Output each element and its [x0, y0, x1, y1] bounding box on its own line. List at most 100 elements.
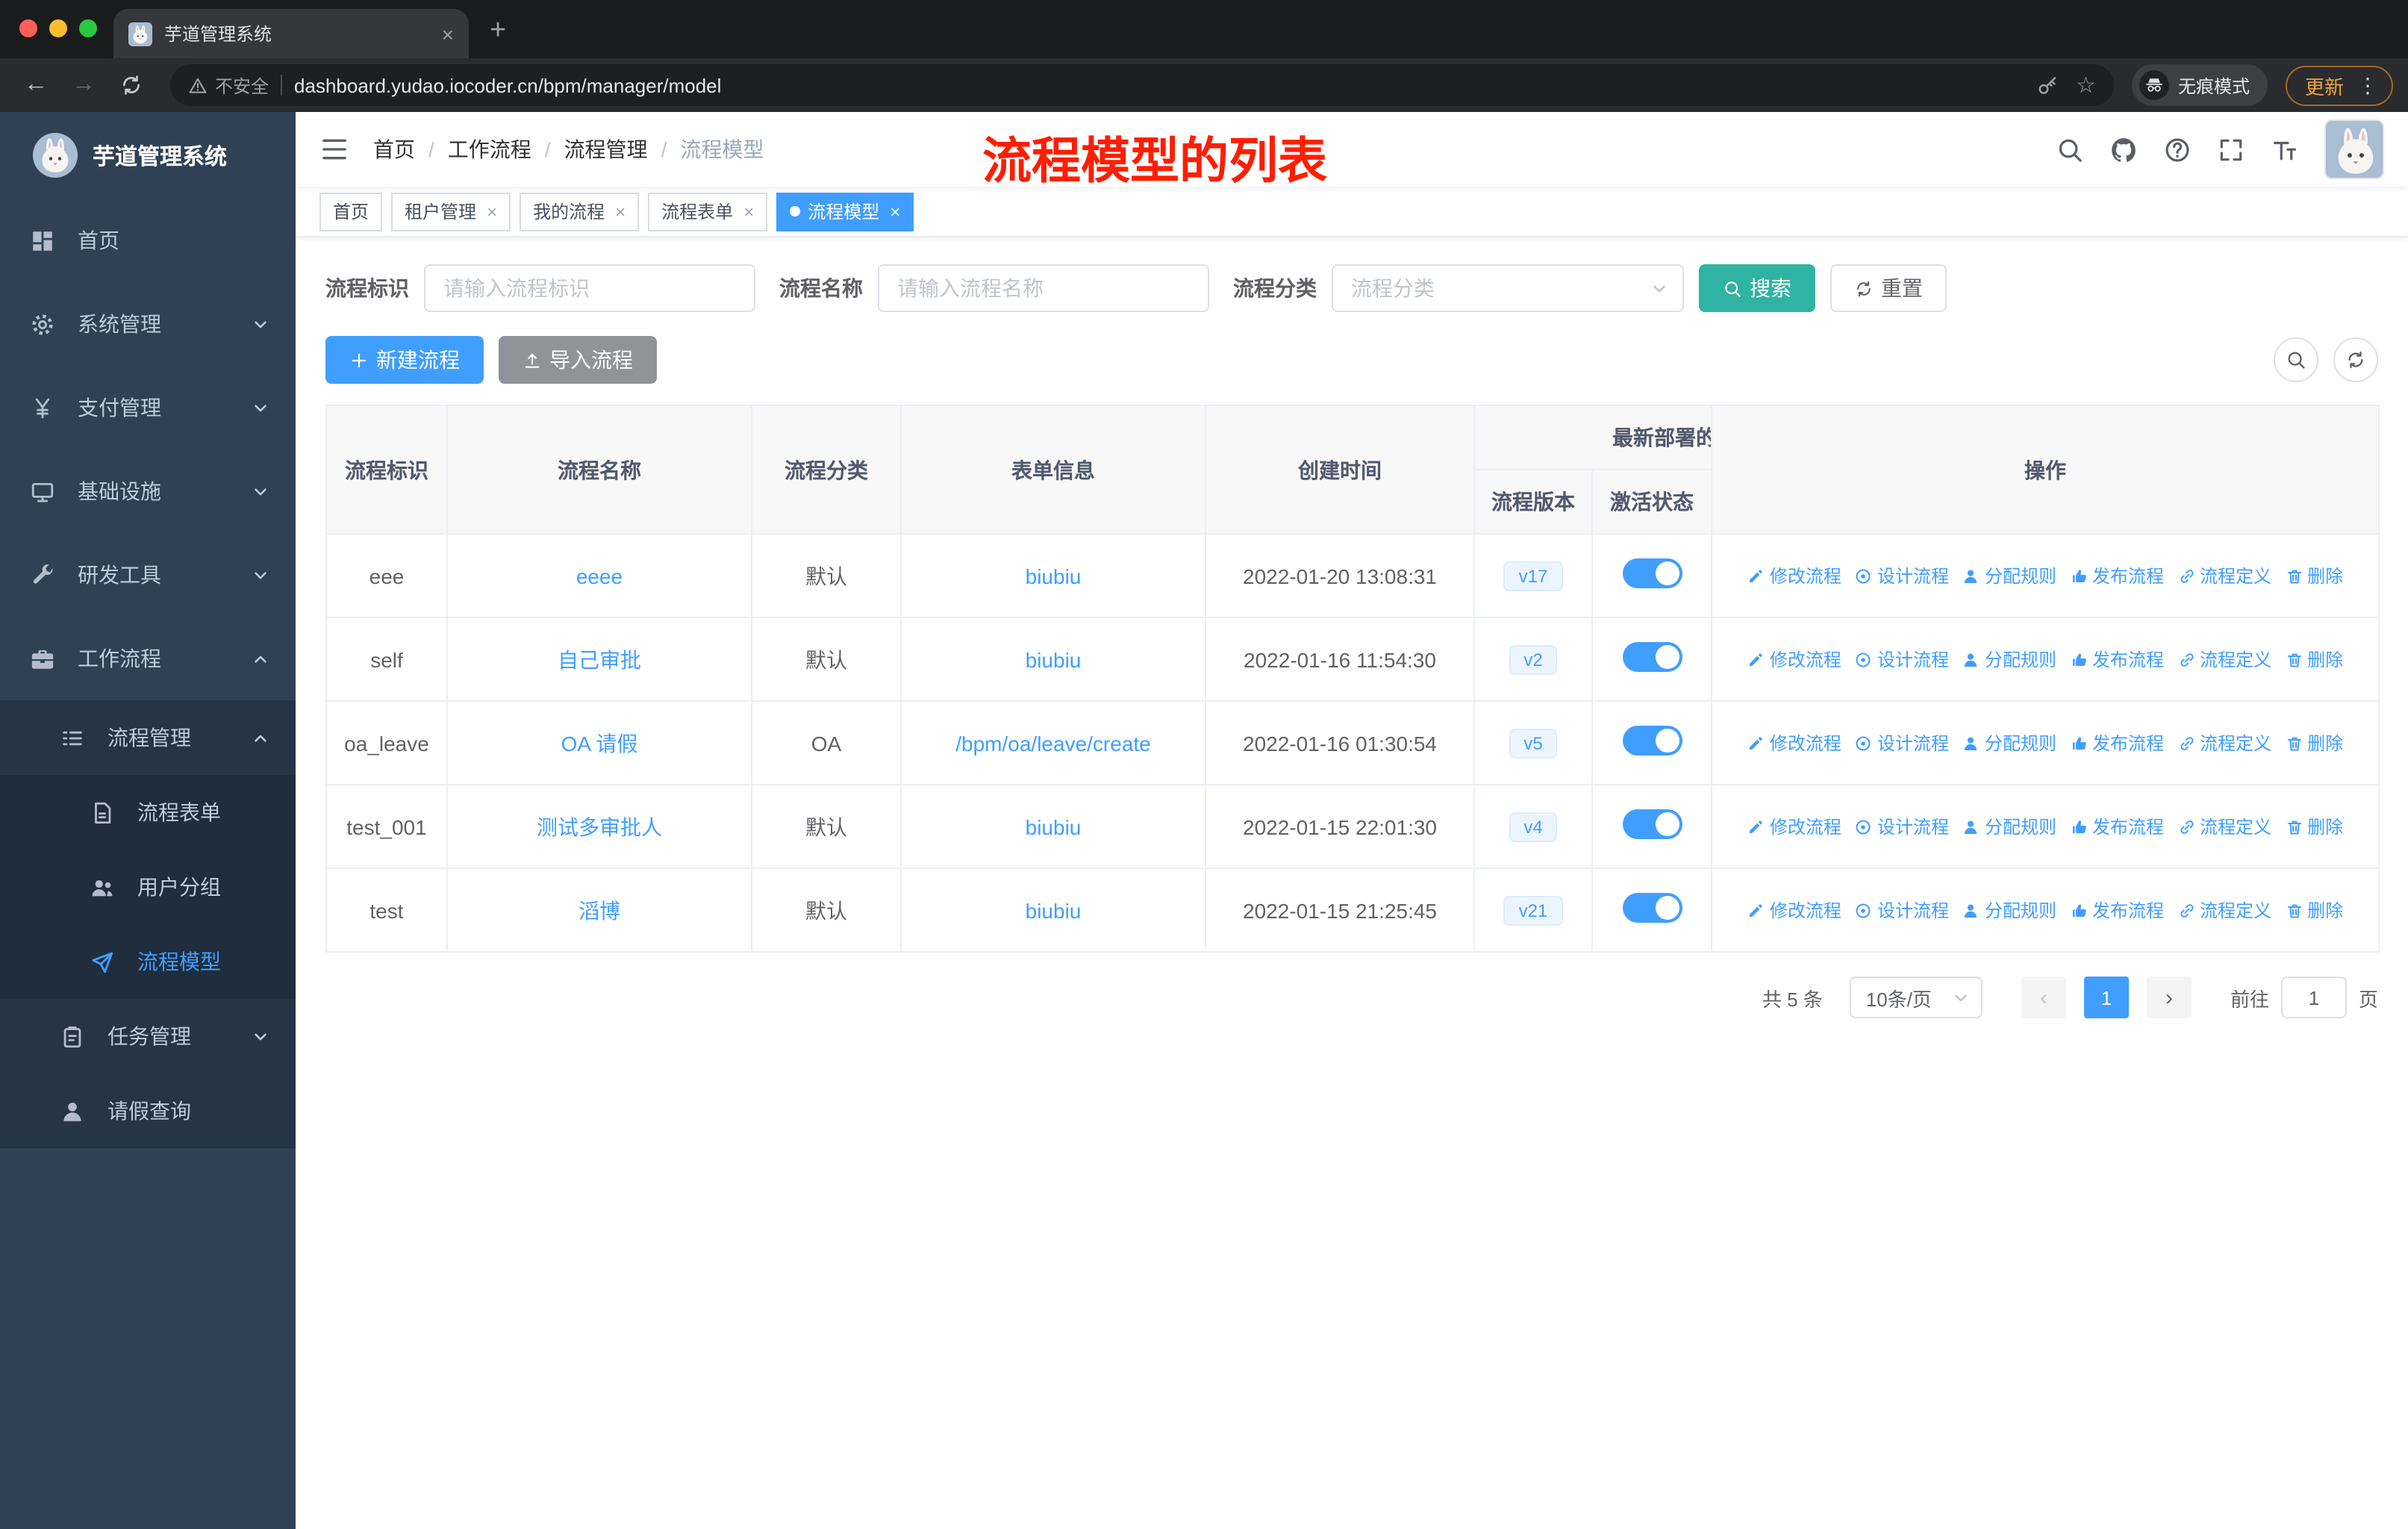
user-avatar[interactable]	[2324, 119, 2384, 179]
sidebar-item-leave-query[interactable]: 请假查询	[0, 1074, 296, 1148]
process-key-input[interactable]	[424, 264, 755, 312]
reload-button[interactable]	[110, 73, 152, 97]
version-badge[interactable]: v21	[1503, 895, 1563, 925]
next-page-button[interactable]: ›	[2146, 977, 2192, 1018]
process-definition-link[interactable]: 流程定义	[2177, 897, 2271, 923]
process-name-input[interactable]	[878, 264, 1209, 312]
url-text[interactable]: dashboard.yudao.iocoder.cn/bpm/manager/m…	[294, 74, 2024, 96]
browser-tab[interactable]: 芋道管理系统 ×	[113, 9, 469, 58]
version-badge[interactable]: v2	[1509, 644, 1558, 674]
process-definition-link[interactable]: 流程定义	[2177, 563, 2271, 588]
forward-button[interactable]: →	[63, 72, 105, 99]
breadcrumb-process-management[interactable]: 流程管理	[564, 134, 648, 164]
delete-link[interactable]: 删除	[2285, 563, 2343, 588]
chrome-update-button[interactable]: 更新 ⋮	[2285, 65, 2393, 105]
status-toggle[interactable]	[1622, 642, 1682, 672]
create-process-button[interactable]: 新建流程	[325, 336, 484, 384]
current-page-button[interactable]: 1	[2083, 977, 2129, 1018]
status-toggle[interactable]	[1622, 809, 1682, 839]
form-info-link[interactable]: /bpm/oa/leave/create	[955, 731, 1151, 755]
design-process-link[interactable]: 设计流程	[1855, 730, 1949, 756]
sidebar-item-payment[interactable]: 支付管理	[0, 366, 296, 449]
bookmark-star-icon[interactable]: ☆	[2076, 72, 2096, 99]
status-toggle[interactable]	[1622, 558, 1682, 588]
sidebar-item-process-model[interactable]: 流程模型	[0, 924, 296, 999]
assign-rule-link[interactable]: 分配规则	[1962, 563, 2056, 588]
breadcrumb-workflow[interactable]: 工作流程	[448, 134, 531, 164]
design-process-link[interactable]: 设计流程	[1855, 814, 1949, 839]
design-process-link[interactable]: 设计流程	[1855, 563, 1949, 588]
tab-close-icon[interactable]: ×	[442, 23, 454, 44]
sidebar-item-process-form[interactable]: 流程表单	[0, 775, 296, 850]
process-definition-link[interactable]: 流程定义	[2177, 730, 2271, 756]
assign-rule-link[interactable]: 分配规则	[1962, 730, 2056, 756]
sidebar-item-infrastructure[interactable]: 基础设施	[0, 449, 296, 533]
design-process-link[interactable]: 设计流程	[1855, 897, 1949, 923]
version-badge[interactable]: v17	[1503, 561, 1563, 591]
close-icon[interactable]: ×	[890, 201, 900, 222]
new-tab-button[interactable]: +	[490, 15, 506, 48]
delete-link[interactable]: 删除	[2285, 897, 2343, 923]
status-toggle[interactable]	[1622, 726, 1682, 756]
sidebar-item-process-management[interactable]: 流程管理	[0, 700, 296, 775]
help-icon[interactable]	[2163, 135, 2192, 164]
publish-process-link[interactable]: 发布流程	[2070, 897, 2164, 923]
sidebar-item-task-management[interactable]: 任务管理	[0, 999, 296, 1074]
form-info-link[interactable]: biubiu	[1026, 647, 1082, 671]
sidebar-item-system[interactable]: 系统管理	[0, 282, 296, 366]
back-button[interactable]: ←	[15, 72, 57, 99]
assign-rule-link[interactable]: 分配规则	[1962, 647, 2056, 672]
publish-process-link[interactable]: 发布流程	[2070, 563, 2164, 588]
process-name-link[interactable]: eeee	[576, 564, 623, 588]
sidebar-item-home[interactable]: 首页	[0, 199, 296, 282]
security-indicator[interactable]: 不安全	[188, 72, 269, 98]
publish-process-link[interactable]: 发布流程	[2070, 647, 2164, 672]
tag-tenant-management[interactable]: 租户管理 ×	[391, 192, 511, 231]
tag-process-model[interactable]: 流程模型 ×	[776, 192, 914, 231]
process-name-link[interactable]: 测试多审批人	[537, 815, 662, 838]
toggle-search-button[interactable]	[2274, 337, 2318, 382]
process-definition-link[interactable]: 流程定义	[2177, 814, 2271, 839]
delete-link[interactable]: 删除	[2285, 647, 2343, 672]
import-process-button[interactable]: 导入流程	[499, 336, 657, 384]
prev-page-button[interactable]: ‹	[2021, 977, 2066, 1018]
status-toggle[interactable]	[1622, 893, 1682, 923]
process-name-link[interactable]: 滔博	[578, 898, 620, 922]
fullscreen-icon[interactable]	[2217, 135, 2245, 164]
search-button[interactable]: 搜索	[1699, 264, 1815, 312]
publish-process-link[interactable]: 发布流程	[2070, 730, 2164, 756]
form-info-link[interactable]: biubiu	[1026, 564, 1082, 588]
minimize-window-button[interactable]	[49, 19, 67, 37]
tag-process-form[interactable]: 流程表单 ×	[648, 192, 768, 231]
publish-process-link[interactable]: 发布流程	[2070, 814, 2164, 839]
assign-rule-link[interactable]: 分配规则	[1962, 814, 2056, 839]
design-process-link[interactable]: 设计流程	[1855, 647, 1949, 672]
edit-process-link[interactable]: 修改流程	[1747, 647, 1841, 672]
tag-home[interactable]: 首页	[319, 192, 383, 231]
search-icon[interactable]	[2056, 135, 2084, 164]
password-key-icon[interactable]	[2036, 74, 2058, 96]
app-logo[interactable]: 芋道管理系统	[0, 112, 296, 199]
browser-menu-icon[interactable]: ⋮	[2357, 72, 2378, 98]
sidebar-item-workflow[interactable]: 工作流程	[0, 617, 296, 700]
hamburger-icon[interactable]	[319, 134, 349, 164]
form-info-link[interactable]: biubiu	[1026, 815, 1082, 838]
edit-process-link[interactable]: 修改流程	[1747, 897, 1841, 923]
close-icon[interactable]: ×	[487, 201, 497, 222]
tag-my-process[interactable]: 我的流程 ×	[520, 192, 640, 231]
sidebar-item-devtools[interactable]: 研发工具	[0, 533, 296, 617]
breadcrumb-home[interactable]: 首页	[373, 134, 415, 164]
process-category-select[interactable]: 流程分类	[1332, 264, 1684, 312]
page-size-select[interactable]: 10条/页	[1849, 977, 1983, 1018]
delete-link[interactable]: 删除	[2285, 730, 2343, 756]
process-name-link[interactable]: OA 请假	[561, 731, 638, 755]
sidebar-item-user-group[interactable]: 用户分组	[0, 850, 296, 924]
form-info-link[interactable]: biubiu	[1026, 898, 1082, 922]
close-icon[interactable]: ×	[743, 201, 754, 222]
edit-process-link[interactable]: 修改流程	[1747, 563, 1841, 588]
edit-process-link[interactable]: 修改流程	[1747, 814, 1841, 839]
version-badge[interactable]: v5	[1509, 728, 1558, 758]
reset-button[interactable]: 重置	[1830, 264, 1947, 312]
process-name-link[interactable]: 自己审批	[558, 647, 641, 671]
zoom-window-button[interactable]	[79, 19, 97, 37]
